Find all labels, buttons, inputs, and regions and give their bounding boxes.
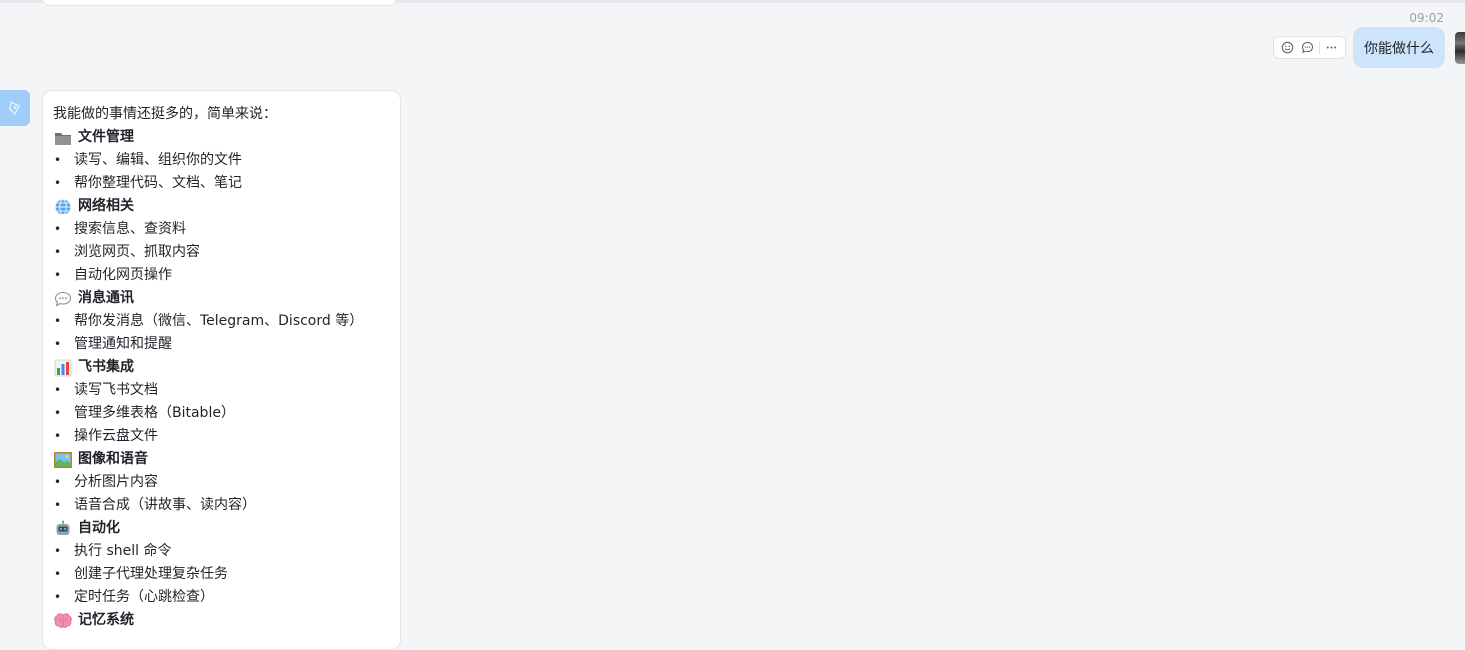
list-item: • 帮你发消息（微信、Telegram、Discord 等） <box>53 310 390 333</box>
bullet-dot: • <box>54 544 62 558</box>
list-item-text: 创建子代理处理复杂任务 <box>74 566 228 582</box>
globe-icon <box>53 198 73 216</box>
bot-intro-text: 我能做的事情还挺多的，简单来说： <box>53 106 277 122</box>
list-item: • 语音合成（讲故事、读内容） <box>53 494 390 517</box>
chart-icon <box>53 359 73 377</box>
previous-message-card <box>42 0 397 6</box>
list-item: • 定时任务（心跳检查） <box>53 586 390 609</box>
robot-icon <box>53 520 73 538</box>
capability-section: 文件管理 • 读写、编辑、组织你的文件 • 帮你整理代码、文档、笔记 <box>53 126 390 195</box>
action-separator <box>1319 41 1321 54</box>
list-item: • 创建子代理处理复杂任务 <box>53 563 390 586</box>
list-item-text: 读写飞书文档 <box>74 382 158 398</box>
more-horizontal-icon[interactable] <box>1323 39 1341 57</box>
bullet-dot: • <box>54 383 62 397</box>
capability-section: 消息通讯 • 帮你发消息（微信、Telegram、Discord 等） • 管理通知和提… <box>53 287 390 356</box>
comment-icon[interactable] <box>1299 39 1317 57</box>
list-item-text: 管理多维表格（Bitable） <box>74 405 235 421</box>
section-heading: 网络相关 <box>53 195 390 218</box>
folder-icon <box>53 129 73 147</box>
capability-section: 自动化 • 执行 shell 命令 • 创建子代理处理复杂任务 • 定时任务（心跳检查） <box>53 517 390 609</box>
bullet-dot: • <box>54 222 62 236</box>
list-item-text: 帮你发消息（微信、Telegram、Discord 等） <box>74 313 364 329</box>
section-heading: 记忆系统 <box>53 609 390 632</box>
bullet-dot: • <box>54 498 62 512</box>
message-timestamp: 09:02 <box>1409 11 1444 25</box>
list-item: • 执行 shell 命令 <box>53 540 390 563</box>
bullet-dot: • <box>54 245 62 259</box>
brain-icon <box>53 612 73 630</box>
capability-section: 网络相关 • 搜索信息、查资料 • 浏览网页、抓取内容 • 自动化网页操作 <box>53 195 390 287</box>
bullet-dot: • <box>54 567 62 581</box>
bullet-dot: • <box>54 590 62 604</box>
speech-icon <box>53 290 73 308</box>
section-title: 文件管理 <box>78 129 134 145</box>
list-item: • 操作云盘文件 <box>53 425 390 448</box>
section-heading: 飞书集成 <box>53 356 390 379</box>
section-title: 记忆系统 <box>78 612 134 628</box>
list-item-text: 执行 shell 命令 <box>74 543 172 559</box>
section-heading: 文件管理 <box>53 126 390 149</box>
list-item: • 帮你整理代码、文档、笔记 <box>53 172 390 195</box>
bullet-dot: • <box>54 337 62 351</box>
list-item-text: 读写、编辑、组织你的文件 <box>74 152 242 168</box>
list-item: • 管理多维表格（Bitable） <box>53 402 390 425</box>
bullet-dot: • <box>54 314 62 328</box>
section-heading: 自动化 <box>53 517 390 540</box>
bot-avatar[interactable] <box>0 90 30 126</box>
list-item: • 搜索信息、查资料 <box>53 218 390 241</box>
capability-section: 飞书集成 • 读写飞书文档 • 管理多维表格（Bitable） • 操作云盘文件 <box>53 356 390 448</box>
message-actions-bar <box>1273 36 1346 59</box>
bot-logo-icon <box>9 101 20 116</box>
user-avatar[interactable] <box>1455 32 1465 64</box>
user-message-bubble[interactable]: 你能做什么 <box>1353 27 1445 68</box>
section-title: 图像和语音 <box>78 451 148 467</box>
bullet-dot: • <box>54 406 62 420</box>
list-item-text: 操作云盘文件 <box>74 428 158 444</box>
list-item-text: 帮你整理代码、文档、笔记 <box>74 175 242 191</box>
add-reaction-icon[interactable] <box>1278 39 1296 57</box>
capability-section: 图像和语音 • 分析图片内容 • 语音合成（讲故事、读内容） <box>53 448 390 517</box>
list-item-text: 浏览网页、抓取内容 <box>74 244 200 260</box>
list-item: • 分析图片内容 <box>53 471 390 494</box>
bullet-dot: • <box>54 176 62 190</box>
bullet-dot: • <box>54 268 62 282</box>
picture-icon <box>53 451 73 469</box>
section-title: 飞书集成 <box>78 359 134 375</box>
list-item: • 自动化网页操作 <box>53 264 390 287</box>
section-title: 网络相关 <box>78 198 134 214</box>
list-item-text: 搜索信息、查资料 <box>74 221 186 237</box>
section-heading: 图像和语音 <box>53 448 390 471</box>
section-title: 消息通讯 <box>78 290 134 306</box>
list-item-text: 分析图片内容 <box>74 474 158 490</box>
section-heading: 消息通讯 <box>53 287 390 310</box>
capability-section: 记忆系统 <box>53 609 390 632</box>
bot-message-card[interactable]: 我能做的事情还挺多的，简单来说： 文件管理 • 读写、编辑、组织你的文件 • 帮你整理代… <box>42 90 401 650</box>
section-title: 自动化 <box>78 520 120 536</box>
bullet-dot: • <box>54 475 62 489</box>
list-item: • 读写飞书文档 <box>53 379 390 402</box>
list-item-text: 定时任务（心跳检查） <box>74 589 214 605</box>
list-item-text: 语音合成（讲故事、读内容） <box>74 497 256 513</box>
bullet-dot: • <box>54 153 62 167</box>
list-item: • 管理通知和提醒 <box>53 333 390 356</box>
list-item: • 读写、编辑、组织你的文件 <box>53 149 390 172</box>
list-item: • 浏览网页、抓取内容 <box>53 241 390 264</box>
capability-sections: 文件管理 • 读写、编辑、组织你的文件 • 帮你整理代码、文档、笔记网络相关 • 搜索信息、… <box>53 126 390 632</box>
bullet-dot: • <box>54 429 62 443</box>
list-item-text: 自动化网页操作 <box>74 267 172 283</box>
list-item-text: 管理通知和提醒 <box>74 336 172 352</box>
